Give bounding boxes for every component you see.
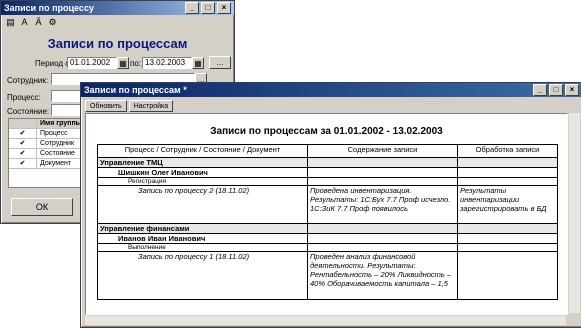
calendar-icon: ▦ (119, 58, 127, 68)
to-label: по: (130, 59, 142, 68)
calendar-from-button[interactable]: ▦ (117, 57, 129, 69)
state-cell: Регистрация (97, 177, 308, 186)
horizontal-scrollbar[interactable] (85, 316, 566, 325)
calendar-icon: ▦ (194, 58, 202, 68)
window2-titlebar: Записи по процессам * _ □ × (81, 83, 581, 97)
date-to-field[interactable]: 13.02.2003 (142, 57, 192, 69)
window1-titlebar: Записи по процессу _ □ × (1, 1, 234, 15)
font-bold-icon[interactable]: Ä (33, 17, 44, 28)
minimize-button[interactable]: _ (533, 84, 547, 96)
column-header: Содержание записи (307, 144, 458, 158)
table-row: Управление финансами (97, 223, 558, 234)
calendar-to-button[interactable]: ▦ (192, 57, 204, 69)
report-area[interactable]: Записи по процессам за 01.01.2002 - 13.0… (85, 113, 568, 315)
table-row: Запись по процессу 2 (18.11.02) Проведен… (97, 185, 558, 224)
processing-cell (457, 251, 558, 300)
employee-cell: Шишкин Олег Иванович (97, 167, 308, 178)
employee-cell: Иванов Иван Иванович (97, 233, 308, 244)
content-cell: Проведена инвентаризация. Результаты: 1С… (307, 185, 458, 224)
group-cell: Управление финансами (97, 223, 308, 234)
table-row: Запись по процессу 1 (18.11.02) Проведен… (97, 251, 558, 300)
process-label: Процесс: (7, 93, 41, 102)
maximize-button[interactable]: □ (549, 84, 563, 96)
page-title: Записи по процессам (47, 36, 188, 51)
table-row: Иванов Иван Иванович (97, 233, 558, 244)
minimize-button[interactable]: _ (185, 2, 199, 14)
table-row: Шишкин Олег Иванович (97, 167, 558, 178)
period-browse-button[interactable]: ... (209, 56, 231, 69)
check-icon[interactable]: ✔ (9, 159, 37, 168)
font-icon[interactable]: A (19, 17, 30, 28)
content-cell: Проведен анализ финансовой деятельности.… (307, 251, 458, 300)
report-toolbar: Обновить Настройка (85, 100, 174, 112)
check-icon[interactable]: ✔ (9, 149, 37, 158)
state-label: Состояние: (7, 107, 50, 116)
column-header: Обработка записи (457, 144, 558, 158)
table-row: Выполнение (97, 243, 558, 252)
window1-toolbar: ▤ A Ä ⚙ (5, 17, 58, 28)
report-title: Записи по процессам за 01.01.2002 - 13.0… (210, 126, 443, 137)
close-button[interactable]: × (217, 2, 231, 14)
column-header: Процесс / Сотрудник / Состояние / Докуме… (97, 144, 308, 158)
document-cell: Запись по процессу 1 (18.11.02) (97, 251, 308, 300)
table-row: Управление ТМЦ (97, 157, 558, 168)
refresh-button[interactable]: Обновить (85, 100, 127, 112)
processing-cell: Результаты инвентаризации зарегистрирова… (457, 185, 558, 224)
report-table: Процесс / Сотрудник / Состояние / Докуме… (97, 144, 558, 300)
window2-title: Записи по процессам * (84, 85, 187, 95)
state-cell: Выполнение (97, 243, 308, 252)
window1-title: Записи по процессу (4, 3, 94, 13)
employee-label: Сотрудник: (7, 76, 49, 85)
ok-button[interactable]: ОК (11, 198, 73, 216)
check-icon[interactable]: ✔ (9, 129, 37, 138)
report-header-row: Процесс / Сотрудник / Состояние / Докуме… (97, 144, 558, 158)
document-cell: Запись по процессу 2 (18.11.02) (97, 185, 308, 224)
vertical-scrollbar[interactable] (569, 113, 580, 313)
print-icon[interactable]: ▤ (5, 17, 16, 28)
settings-icon[interactable]: ⚙ (47, 17, 58, 28)
close-button[interactable]: × (565, 84, 579, 96)
group-cell: Управление ТМЦ (97, 157, 308, 168)
date-from-field[interactable]: 01.01.2002 (67, 57, 117, 69)
process-records-report-window: Записи по процессам * _ □ × Обновить Нас… (80, 82, 581, 328)
maximize-button[interactable]: □ (201, 2, 215, 14)
settings-button[interactable]: Настройка (128, 100, 174, 112)
table-row: Регистрация (97, 177, 558, 186)
check-icon[interactable]: ✔ (9, 139, 37, 148)
